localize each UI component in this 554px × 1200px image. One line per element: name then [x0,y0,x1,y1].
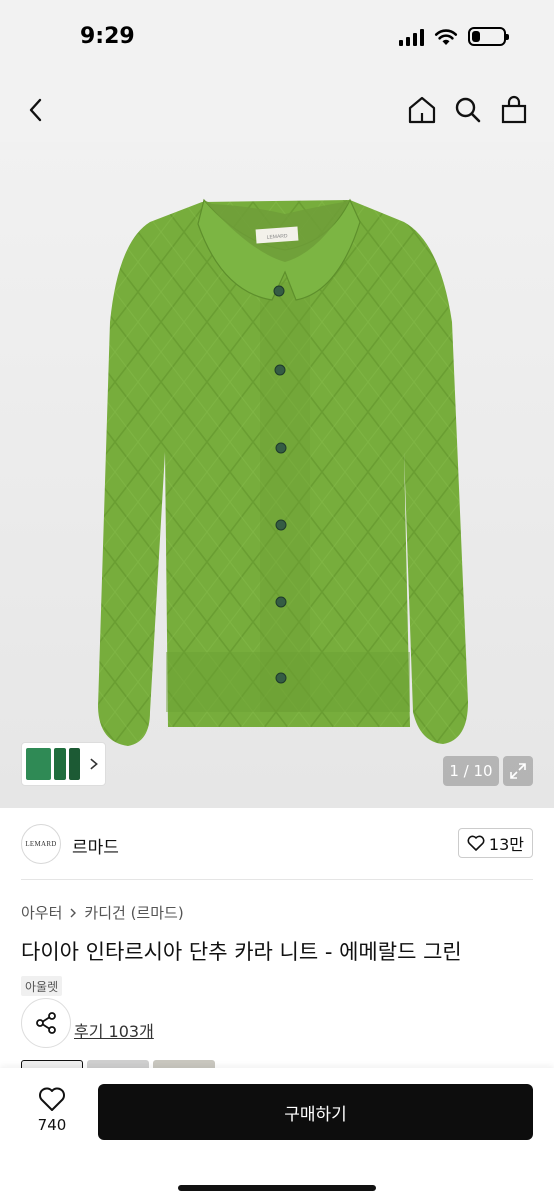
thumbnail-green-cardigan [26,748,52,780]
product-image[interactable]: LEMARD 1 / 10 [0,142,554,808]
back-icon [29,98,42,122]
thumbnail-dark-green-cardigan [54,748,66,780]
expand-image-button[interactable] [503,756,533,786]
brand-like-button[interactable]: 13만 [457,828,533,858]
chevron-right-icon [70,908,77,917]
color-thumbnail-strip[interactable] [21,742,106,786]
breadcrumb-category[interactable]: 아우터 [21,902,62,923]
status-icons [399,27,509,46]
buy-button[interactable]: 구매하기 [98,1084,533,1140]
wishlist-button[interactable]: 740 [28,1086,76,1142]
cart-button[interactable] [494,90,534,130]
product-title: 다이아 인타르시아 단추 카라 니트 - 에메랄드 그린 [21,940,462,964]
heart-icon [467,835,485,851]
battery-icon [468,27,509,46]
status-bar: 9:29 [0,0,554,78]
home-button[interactable] [402,90,442,130]
review-link[interactable]: 후기 103개 [74,1018,154,1042]
wifi-icon [434,28,458,45]
status-time: 9:29 [80,24,135,49]
share-button[interactable] [21,998,71,1048]
image-counter: 1 / 10 [443,756,499,786]
thumbnail-forest-cardigan [68,748,81,780]
brand-logo[interactable]: LEMARD [21,824,61,864]
breadcrumb: 아우터 카디건 (르마드) [21,902,184,923]
brand-row: LEMARD 르마드 13만 [21,808,533,880]
wishlist-count: 740 [37,1116,67,1134]
brand-name[interactable]: 르마드 [72,833,119,858]
chevron-right-icon [90,758,99,770]
cardigan-image: LEMARD [98,198,468,746]
breadcrumb-subcategory[interactable]: 카디건 (르마드) [84,902,183,923]
search-icon [455,97,481,123]
shopping-bag-icon [501,95,527,124]
search-button[interactable] [448,90,488,130]
home-icon [408,96,436,124]
outlet-badge: 아울렛 [21,976,63,996]
heart-icon [39,1087,65,1111]
back-button[interactable] [16,90,56,130]
home-indicator [178,1185,376,1191]
bottom-action-bar: 740 구매하기 [0,1068,554,1200]
share-icon [36,1012,56,1034]
expand-icon [510,763,526,779]
nav-bar [0,78,554,142]
cellular-signal-icon [399,28,424,46]
brand-like-count: 13만 [488,835,524,854]
